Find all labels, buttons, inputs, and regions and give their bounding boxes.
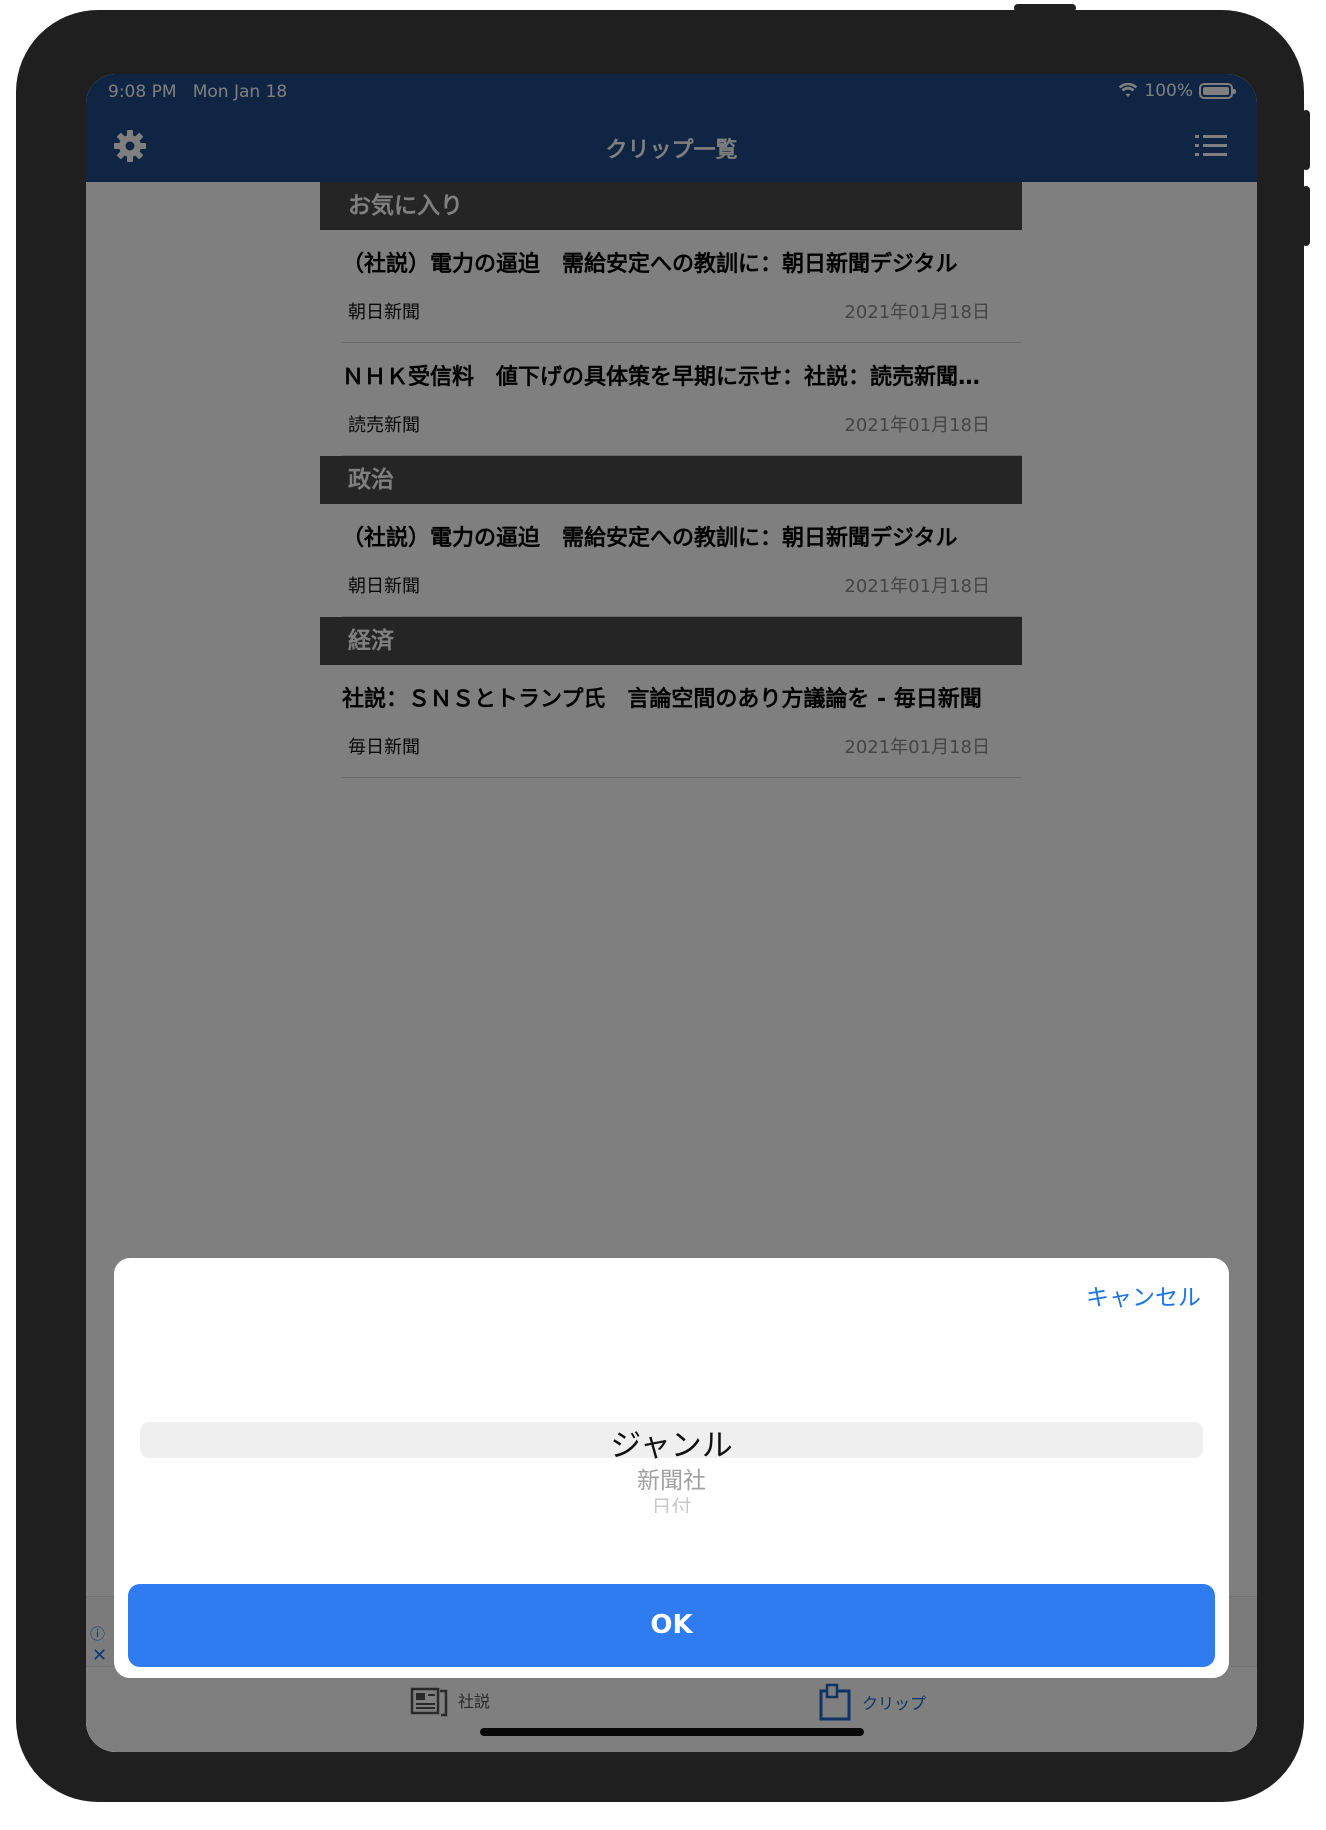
volume-down-button — [1302, 186, 1310, 246]
picker-option-date[interactable]: 日付 — [114, 1491, 1229, 1513]
cancel-button[interactable]: キャンセル — [1086, 1278, 1201, 1312]
screen: 9:08 PM Mon Jan 18 100% — [86, 74, 1257, 1752]
top-button — [1014, 4, 1076, 12]
sort-picker-sheet: キャンセル ジャンル 新聞社 日付 OK — [114, 1258, 1229, 1678]
volume-up-button — [1302, 110, 1310, 170]
ipad-frame: 9:08 PM Mon Jan 18 100% — [16, 4, 1310, 1802]
picker-option-publisher[interactable]: 新聞社 — [114, 1461, 1229, 1495]
ok-button[interactable]: OK — [128, 1584, 1215, 1667]
picker-option-genre[interactable]: ジャンル — [114, 1420, 1229, 1465]
